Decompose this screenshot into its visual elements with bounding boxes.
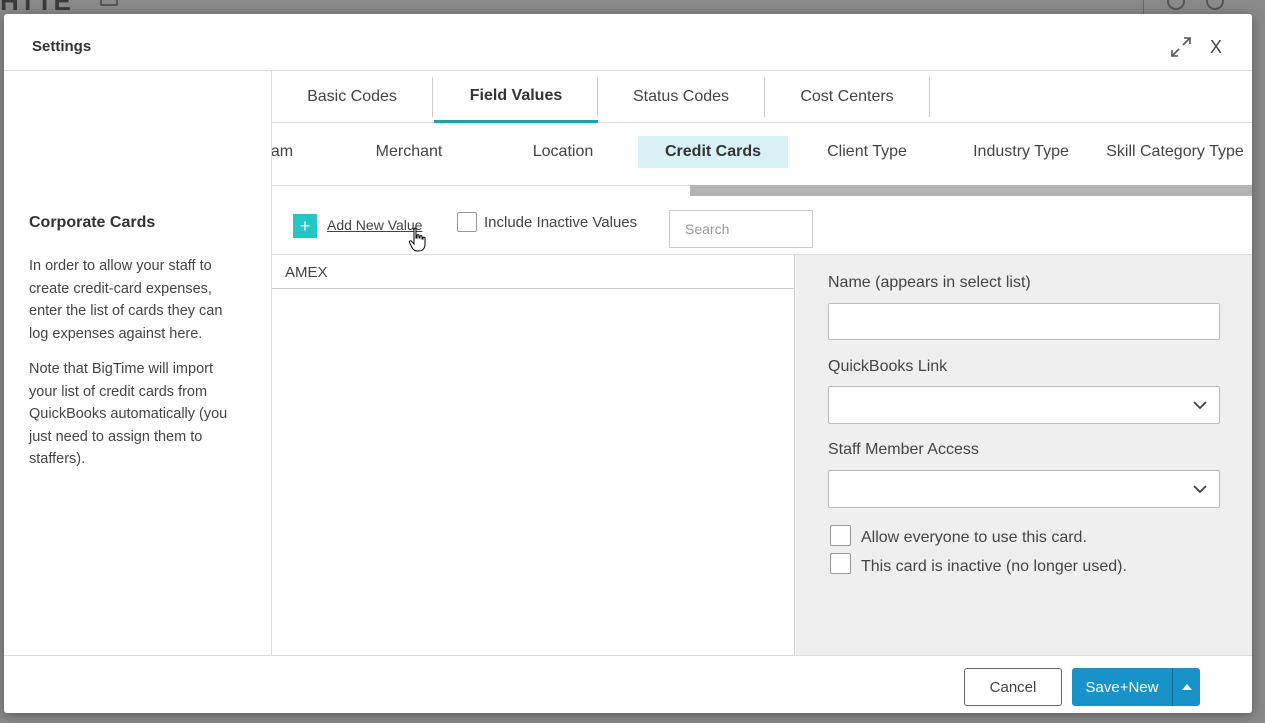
value-list: AMEX bbox=[272, 255, 795, 655]
settings-modal: Settings X Corporate Cards In order to a… bbox=[4, 14, 1252, 713]
search-input[interactable] bbox=[669, 210, 813, 248]
quickbooks-link-select[interactable] bbox=[828, 386, 1220, 424]
subtab-merchant[interactable]: Merchant bbox=[334, 136, 484, 168]
cancel-button[interactable]: Cancel bbox=[964, 668, 1062, 706]
main-tabs: Basic Codes Field Values Status Codes Co… bbox=[272, 71, 1252, 123]
allow-everyone-checkbox[interactable] bbox=[830, 525, 851, 546]
tab-divider bbox=[929, 77, 930, 117]
staff-member-access-label: Staff Member Access bbox=[828, 441, 979, 458]
chevron-down-icon bbox=[1193, 485, 1207, 494]
modal-title: Settings bbox=[32, 38, 92, 55]
tab-cost-centers[interactable]: Cost Centers bbox=[765, 71, 929, 123]
expand-icon[interactable] bbox=[1170, 36, 1192, 58]
subtab-team[interactable]: am bbox=[272, 136, 312, 168]
field-value-subtabs: am Merchant Location Credit Cards Client… bbox=[272, 124, 1252, 184]
help-sidebar: Corporate Cards In order to allow your s… bbox=[4, 71, 272, 655]
tab-status-codes[interactable]: Status Codes bbox=[598, 71, 764, 123]
card-inactive-checkbox[interactable] bbox=[830, 553, 851, 574]
card-inactive-label: This card is inactive (no longer used). bbox=[861, 558, 1127, 575]
caret-up-icon bbox=[1181, 684, 1192, 690]
name-label: Name (appears in select list) bbox=[828, 274, 1031, 291]
notification-icon bbox=[1206, 0, 1224, 10]
allow-everyone-label: Allow everyone to use this card. bbox=[861, 529, 1087, 546]
subtab-industry-type[interactable]: Industry Type bbox=[946, 136, 1096, 168]
save-new-button[interactable]: Save+New bbox=[1072, 668, 1172, 706]
name-field[interactable] bbox=[828, 303, 1220, 340]
tab-field-values[interactable]: Field Values bbox=[434, 71, 598, 123]
add-icon[interactable]: + bbox=[293, 214, 317, 238]
calendar-icon bbox=[100, 0, 118, 6]
subtabs-scrollbar[interactable] bbox=[690, 185, 1252, 196]
subtab-client-type[interactable]: Client Type bbox=[792, 136, 942, 168]
quickbooks-link-label: QuickBooks Link bbox=[828, 358, 948, 375]
chevron-down-icon bbox=[1193, 401, 1207, 410]
sidebar-heading: Corporate Cards bbox=[29, 214, 156, 231]
save-options-button[interactable] bbox=[1172, 668, 1200, 706]
help-icon bbox=[1167, 0, 1185, 10]
subtab-credit-cards[interactable]: Credit Cards bbox=[638, 136, 788, 168]
close-button[interactable]: X bbox=[1210, 37, 1222, 58]
tab-divider bbox=[432, 77, 433, 117]
list-item[interactable]: AMEX bbox=[272, 255, 795, 289]
staff-member-access-select[interactable] bbox=[828, 470, 1220, 508]
modal-header: Settings X bbox=[4, 14, 1252, 71]
sidebar-paragraph: Note that BigTime will import your list … bbox=[29, 361, 228, 467]
hand-cursor-icon bbox=[408, 227, 426, 252]
sidebar-paragraph: In order to allow your staff to create c… bbox=[29, 258, 223, 342]
subtab-skill-category-type[interactable]: Skill Category Type bbox=[1102, 136, 1248, 168]
modal-footer: Cancel Save+New bbox=[4, 655, 1252, 713]
subtab-location[interactable]: Location bbox=[488, 136, 638, 168]
include-inactive-checkbox[interactable] bbox=[457, 212, 477, 232]
header-divider bbox=[1143, 0, 1144, 14]
tab-basic-codes[interactable]: Basic Codes bbox=[272, 71, 432, 123]
include-inactive-label: Include Inactive Values bbox=[484, 214, 638, 231]
value-edit-form: Name (appears in select list) QuickBooks… bbox=[796, 255, 1252, 655]
